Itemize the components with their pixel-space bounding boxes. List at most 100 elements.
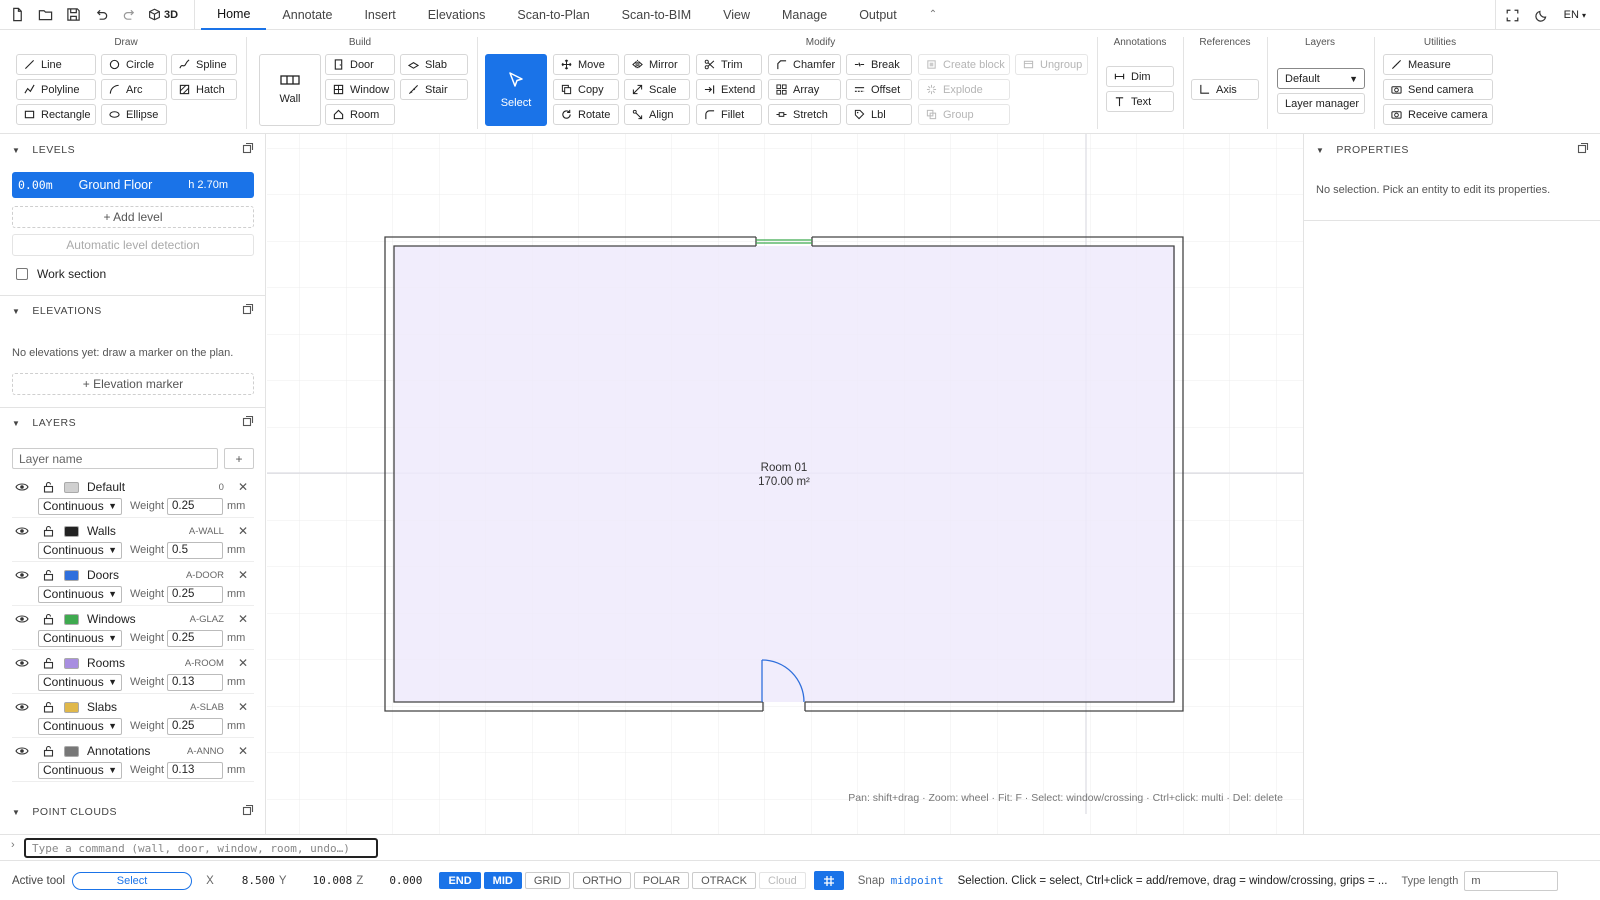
add-level-button[interactable]: + Add level xyxy=(12,206,254,228)
layer-color-swatch[interactable] xyxy=(64,481,79,493)
lock-open-icon[interactable] xyxy=(43,657,54,669)
lock-open-icon[interactable] xyxy=(43,569,54,581)
linetype-select[interactable]: Continuous ▼ xyxy=(38,673,122,691)
toggle-otrack[interactable]: OTRACK xyxy=(692,872,757,889)
layer-row[interactable]: Doors A-DOOR ✕ Continuous ▼ Weight 0.25 mm xyxy=(12,562,254,606)
popout-icon[interactable] xyxy=(242,415,254,427)
door-button[interactable]: Door xyxy=(325,54,395,75)
eye-icon[interactable] xyxy=(15,614,29,624)
mirror-button[interactable]: Mirror xyxy=(624,54,690,75)
explode-button[interactable]: Explode xyxy=(918,79,1010,100)
point-clouds-header[interactable]: ▼ POINT CLOUDS xyxy=(0,800,265,824)
plan-view[interactable]: Room 01 170.00 m² Pan: shift+drag · Zoom… xyxy=(267,134,1303,834)
language-selector[interactable]: EN ▾ xyxy=(1564,9,1586,21)
layer-color-swatch[interactable] xyxy=(64,569,79,581)
popout-icon[interactable] xyxy=(242,804,254,816)
window-button[interactable]: Window xyxy=(325,79,395,100)
save-icon[interactable] xyxy=(62,4,84,26)
layer-row[interactable]: Rooms A-ROOM ✕ Continuous ▼ Weight 0.13 mm xyxy=(12,650,254,694)
delete-layer-icon[interactable]: ✕ xyxy=(238,568,248,582)
circle-button[interactable]: Circle xyxy=(101,54,167,75)
toggle-cloud[interactable]: Cloud xyxy=(759,872,806,889)
linetype-select[interactable]: Continuous ▼ xyxy=(38,717,122,735)
layers-header[interactable]: ▼ LAYERS xyxy=(0,411,265,435)
levels-header[interactable]: ▼ LEVELS xyxy=(0,138,265,162)
copy-button[interactable]: Copy xyxy=(553,79,619,100)
add-layer-button[interactable]: + xyxy=(224,448,254,469)
type-length-input[interactable]: m xyxy=(1464,870,1559,891)
layer-manager-button[interactable]: Layer manager xyxy=(1277,93,1365,114)
tab-view[interactable]: View xyxy=(707,0,766,30)
stair-button[interactable]: Stair xyxy=(400,79,468,100)
weight-input[interactable]: 0.25 xyxy=(167,585,223,603)
room-area-label[interactable]: 170.00 m² xyxy=(758,476,810,488)
tab-output[interactable]: Output xyxy=(843,0,913,30)
linetype-select[interactable]: Continuous ▼ xyxy=(38,585,122,603)
undo-icon[interactable] xyxy=(90,4,112,26)
ungroup-button[interactable]: Ungroup xyxy=(1015,54,1088,75)
toggle-grid[interactable]: GRID xyxy=(524,872,571,889)
linetype-select[interactable]: Continuous ▼ xyxy=(38,761,122,779)
rectangle-button[interactable]: Rectangle xyxy=(16,104,96,125)
tab-scan-to-bim[interactable]: Scan-to-BIM xyxy=(606,0,707,30)
dim-button[interactable]: Dim xyxy=(1106,66,1174,87)
align-button[interactable]: Align xyxy=(624,104,690,125)
toggle-polar[interactable]: POLAR xyxy=(633,872,690,889)
layer-color-swatch[interactable] xyxy=(64,613,79,625)
open-folder-icon[interactable] xyxy=(34,4,56,26)
create-block-button[interactable]: Create block xyxy=(918,54,1010,75)
layer-color-swatch[interactable] xyxy=(64,745,79,757)
layer-row[interactable]: Annotations A-ANNO ✕ Continuous ▼ Weight 0.13 m… xyxy=(12,738,254,782)
chamfer-button[interactable]: Chamfer xyxy=(768,54,841,75)
room-fill[interactable] xyxy=(394,246,1175,702)
tab-elevations[interactable]: Elevations xyxy=(412,0,502,30)
wall-button[interactable]: Wall xyxy=(259,54,321,126)
dark-mode-icon[interactable] xyxy=(1534,9,1548,22)
room-name-label[interactable]: Room 01 xyxy=(761,462,808,474)
offset-button[interactable]: Offset xyxy=(846,79,912,100)
lock-open-icon[interactable] xyxy=(43,481,54,493)
lock-open-icon[interactable] xyxy=(43,701,54,713)
tab-home[interactable]: Home xyxy=(201,0,267,30)
work-section-checkbox[interactable] xyxy=(16,268,28,280)
layer-row[interactable]: Slabs A-SLAB ✕ Continuous ▼ Weight 0.25 mm xyxy=(12,694,254,738)
receive-camera-button[interactable]: Receive camera xyxy=(1383,104,1493,125)
collapse-ribbon-icon[interactable]: ⌃ xyxy=(913,0,953,30)
move-button[interactable]: Move xyxy=(553,54,619,75)
level-row[interactable]: 0.00m Ground Floor h 2.70m xyxy=(12,172,254,198)
delete-layer-icon[interactable]: ✕ xyxy=(238,700,248,714)
elevations-header[interactable]: ▼ ELEVATIONS xyxy=(0,299,265,323)
eye-icon[interactable] xyxy=(15,570,29,580)
eye-icon[interactable] xyxy=(15,482,29,492)
popout-icon[interactable] xyxy=(242,142,254,154)
weight-input[interactable]: 0.25 xyxy=(167,629,223,647)
tab-scan-to-plan[interactable]: Scan-to-Plan xyxy=(501,0,605,30)
automatic-level-detection-button[interactable]: Automatic level detection xyxy=(12,234,254,256)
linetype-select[interactable]: Continuous ▼ xyxy=(38,629,122,647)
fillet-button[interactable]: Fillet xyxy=(696,104,762,125)
layer-row[interactable]: Windows A-GLAZ ✕ Continuous ▼ Weight 0.25 mm xyxy=(12,606,254,650)
polyline-button[interactable]: Polyline xyxy=(16,79,96,100)
tab-insert[interactable]: Insert xyxy=(348,0,411,30)
popout-icon[interactable] xyxy=(242,303,254,315)
redo-icon[interactable] xyxy=(118,4,140,26)
weight-input[interactable]: 0.25 xyxy=(167,717,223,735)
eye-icon[interactable] xyxy=(15,526,29,536)
extend-button[interactable]: Extend xyxy=(696,79,762,100)
ellipse-button[interactable]: Ellipse xyxy=(101,104,167,125)
toggle-ortho[interactable]: ORTHO xyxy=(573,872,631,889)
current-layer-select[interactable]: Default ▼ xyxy=(1277,68,1365,89)
new-file-icon[interactable] xyxy=(6,4,28,26)
layer-row[interactable]: Default 0 ✕ Continuous ▼ Weight 0.25 mm xyxy=(12,474,254,518)
trim-button[interactable]: Trim xyxy=(696,54,762,75)
popout-icon[interactable] xyxy=(1577,142,1589,154)
active-tool-field[interactable]: Select xyxy=(72,871,193,890)
line-button[interactable]: Line xyxy=(16,54,96,75)
add-elevation-marker-button[interactable]: + Elevation marker xyxy=(12,373,254,395)
group-button[interactable]: Group xyxy=(918,104,1010,125)
layer-color-swatch[interactable] xyxy=(64,657,79,669)
drawing-canvas[interactable]: Room 01 170.00 m² Pan: shift+drag · Zoom… xyxy=(267,134,1303,834)
measure-button[interactable]: Measure xyxy=(1383,54,1493,75)
scale-button[interactable]: Scale xyxy=(624,79,690,100)
eye-icon[interactable] xyxy=(15,746,29,756)
